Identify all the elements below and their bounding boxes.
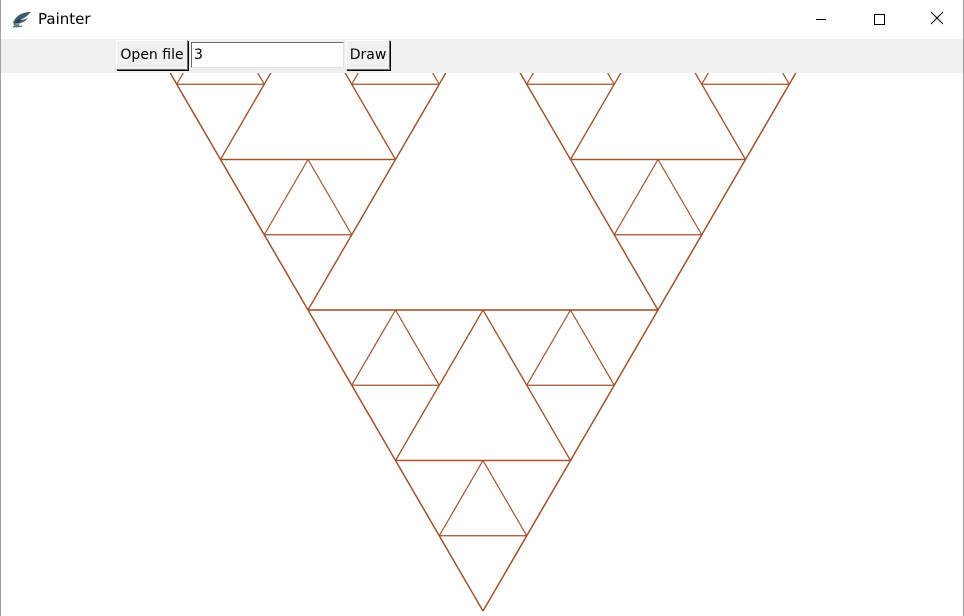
fractal-edge [169, 73, 309, 311]
fractal-edge [394, 309, 440, 386]
fractal-edge [169, 73, 222, 160]
fractal-edge [307, 159, 353, 236]
toolbar: Open file Draw [1, 39, 963, 73]
fractal-edge [307, 234, 353, 311]
fractal-edge [482, 73, 797, 612]
fractal-edge [701, 73, 709, 85]
fractal-edge [607, 73, 615, 85]
fractal-edge [482, 535, 528, 612]
fractal-edge [526, 460, 572, 537]
close-button[interactable] [908, 0, 964, 39]
fractal-edge [694, 73, 703, 85]
fractal-edge [438, 535, 484, 612]
fractal-edge [569, 159, 615, 236]
fractal-edge [569, 309, 615, 386]
fractal-edge [701, 159, 747, 236]
fractal-edge [394, 384, 440, 461]
fractal-edge [657, 73, 797, 311]
fractal-edge [351, 73, 359, 85]
sierpinski-triangle [169, 73, 797, 612]
fractal-edge [569, 83, 615, 160]
fractal-edge [613, 309, 659, 386]
fractal-edge [307, 309, 353, 386]
fractal-edge [307, 73, 447, 311]
draw-button[interactable]: Draw [346, 40, 390, 70]
fractal-edge [351, 384, 397, 461]
title-bar[interactable]: Painter [1, 0, 963, 39]
fractal-edge [657, 159, 703, 236]
drawing-canvas[interactable] [1, 73, 963, 616]
fractal-edge [219, 73, 272, 160]
fractal-edge [438, 460, 484, 537]
fractal-edge [613, 159, 659, 236]
fractal-edge [519, 73, 659, 311]
fractal-edge [788, 73, 797, 85]
fractal-edge [482, 309, 528, 386]
fractal-edge [344, 73, 397, 160]
fractal-edge [394, 460, 440, 537]
maximize-button[interactable] [850, 0, 908, 39]
painter-window: Painter Open file Draw [0, 0, 964, 616]
fractal-edge [569, 73, 622, 160]
fractal-edge [219, 83, 265, 160]
fractal-edge [351, 309, 397, 386]
window-title: Painter [38, 10, 91, 28]
fractal-edge [694, 73, 747, 160]
fractal-edge [263, 73, 272, 85]
fractal-edge [613, 234, 659, 311]
fractal-edge [344, 73, 353, 85]
depth-input[interactable] [191, 42, 344, 68]
open-file-button[interactable]: Open file [116, 40, 188, 70]
fractal-edge [176, 73, 184, 85]
minimize-icon [815, 10, 827, 29]
feather-snake-icon [11, 9, 33, 29]
fractal-edge [432, 73, 440, 85]
fractal-edge [263, 159, 309, 236]
fractal-edge [526, 73, 534, 85]
fractal-edge [526, 309, 572, 386]
fractal-edge [351, 159, 397, 236]
fractal-edge [701, 83, 747, 160]
fractal-edge [263, 234, 309, 311]
fractal-edge [569, 384, 615, 461]
fractal-edge [176, 83, 222, 160]
fractal-edge [219, 159, 265, 236]
fractal-edge [438, 309, 484, 386]
fractal-edge [482, 460, 528, 537]
fractal-edge [613, 73, 622, 85]
fractal-edge [169, 73, 484, 612]
fractal-edge [526, 83, 572, 160]
minimize-button[interactable] [792, 0, 850, 39]
fractal-edge [394, 83, 440, 160]
fractal-edge [744, 73, 797, 160]
fractal-edge [438, 73, 447, 85]
fractal-edge [394, 73, 447, 160]
close-icon [930, 10, 944, 29]
fractal-edge [526, 384, 572, 461]
fractal-edge [519, 73, 572, 160]
fractal-edge [657, 234, 703, 311]
fractal-edge [782, 73, 790, 85]
fractal-edge [169, 73, 178, 85]
maximize-icon [873, 10, 885, 29]
fractal-edge [744, 83, 790, 160]
fractal-edge [519, 73, 528, 85]
fractal-edge [351, 83, 397, 160]
fractal-edge [257, 73, 265, 85]
